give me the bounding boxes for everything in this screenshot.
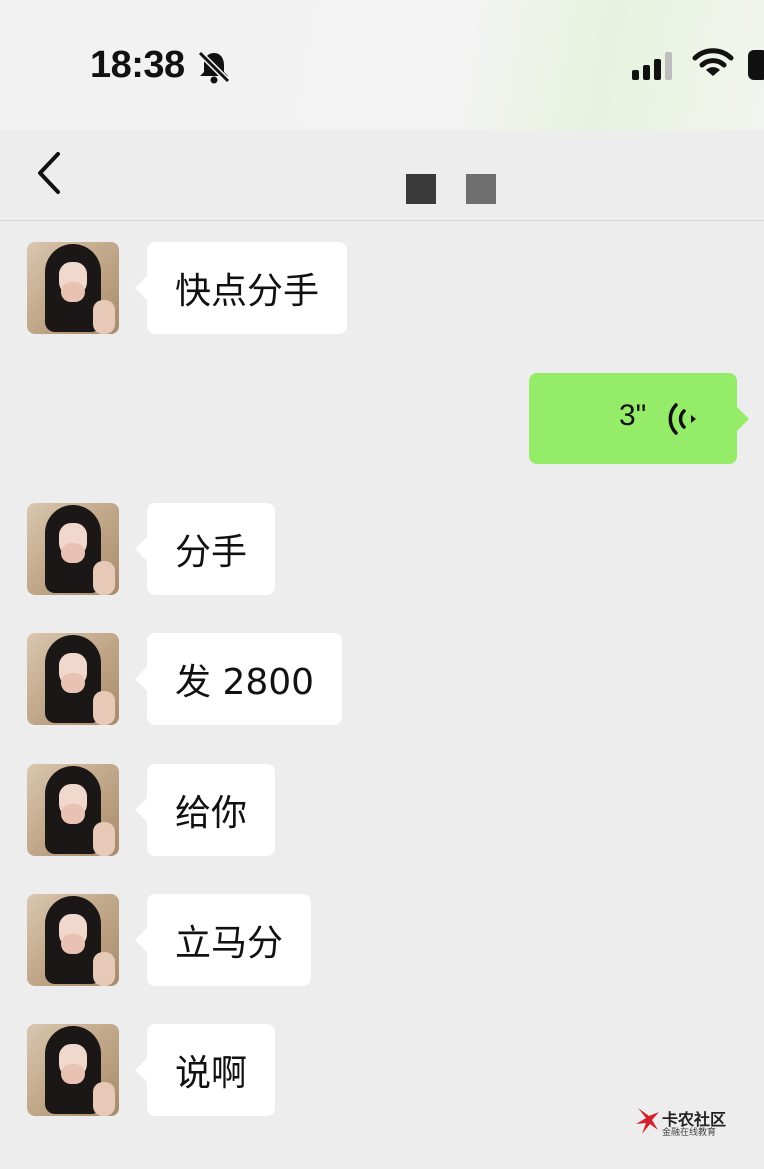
contact-avatar[interactable] (27, 764, 119, 856)
message-row: 分手 (0, 503, 764, 595)
status-time: 18:38 (90, 44, 185, 86)
message-bubble[interactable]: 快点分手 (134, 242, 348, 334)
voice-duration: 3" (619, 399, 647, 432)
message-row: 立马分 (0, 894, 764, 986)
message-bubble[interactable]: 说啊 (134, 1024, 276, 1116)
battery-icon (748, 50, 764, 80)
kanong-logo-icon (636, 1108, 659, 1134)
voice-wave-icon (668, 403, 696, 435)
back-chevron-icon[interactable] (30, 148, 70, 198)
watermark: 卡农社区 金融在线教育 (634, 1106, 734, 1138)
message-row: 发 2800 (0, 633, 764, 725)
voice-message-bubble[interactable]: 3" (529, 373, 749, 464)
message-bubble[interactable]: 发 2800 (134, 633, 343, 725)
message-bubble[interactable]: 分手 (134, 503, 276, 595)
status-bar: 18:38 (0, 0, 764, 130)
signal-bars-icon (632, 52, 672, 80)
bell-slash-icon (197, 50, 231, 84)
watermark-subtitle: 金融在线教育 (662, 1128, 717, 1138)
chat-header (0, 130, 764, 221)
message-row: 给你 (0, 764, 764, 856)
wifi-icon (692, 48, 734, 76)
contact-avatar[interactable] (27, 633, 119, 725)
message-row: 快点分手 (0, 242, 764, 334)
contact-avatar[interactable] (27, 894, 119, 986)
message-bubble[interactable]: 给你 (134, 764, 276, 856)
contact-avatar[interactable] (27, 1024, 119, 1116)
message-bubble[interactable]: 立马分 (134, 894, 312, 986)
contact-avatar[interactable] (27, 503, 119, 595)
redaction-block (406, 174, 436, 204)
contact-avatar[interactable] (27, 242, 119, 334)
redaction-block (466, 174, 496, 204)
message-row: 说啊 (0, 1024, 764, 1116)
